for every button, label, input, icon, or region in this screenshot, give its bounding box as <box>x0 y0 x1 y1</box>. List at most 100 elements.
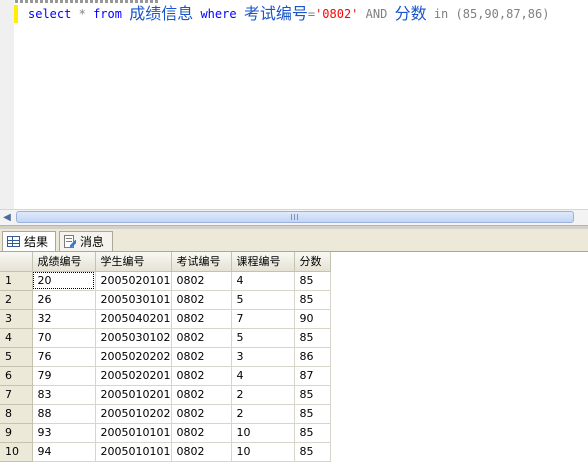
table-cell[interactable]: 85 <box>294 271 331 291</box>
table-cell[interactable]: 4 <box>231 271 295 291</box>
table-cell[interactable]: 2005010101 <box>95 442 172 462</box>
table-cell[interactable]: 2005010202 <box>95 404 172 424</box>
table-cell[interactable]: 94 <box>32 442 96 462</box>
table-cell[interactable]: 79 <box>32 366 96 386</box>
scrollbar-thumb[interactable] <box>16 211 574 223</box>
sql-query-line[interactable]: select * from 成绩信息 where 考试编号='0802' AND… <box>28 5 549 23</box>
editor-title-remnant <box>0 0 160 3</box>
table-cell[interactable]: 10 <box>231 423 295 443</box>
table-cell[interactable]: 0802 <box>171 385 232 405</box>
table-row[interactable]: 2 26 2005030101 0802 5 85 <box>0 290 331 310</box>
table-cell[interactable]: 2005020202 <box>95 347 172 367</box>
table-row[interactable]: 8 88 2005010202 0802 2 85 <box>0 404 331 424</box>
row-number[interactable]: 6 <box>0 366 33 386</box>
table-cell[interactable]: 85 <box>294 290 331 310</box>
row-number[interactable]: 8 <box>0 404 33 424</box>
scroll-left-arrow-icon[interactable]: ◀ <box>0 210 14 225</box>
table-cell[interactable]: 0802 <box>171 366 232 386</box>
table-cell[interactable]: 2005010201 <box>95 385 172 405</box>
column-header[interactable]: 成绩编号 <box>32 252 96 272</box>
sql-string-value: '0802' <box>315 7 359 21</box>
row-number[interactable]: 3 <box>0 309 33 329</box>
grid-icon <box>7 236 20 247</box>
header-row: 成绩编号 学生编号 考试编号 课程编号 分数 <box>0 252 331 272</box>
table-cell[interactable]: 0802 <box>171 404 232 424</box>
tab-results[interactable]: 结果 <box>2 231 56 251</box>
table-cell[interactable]: 93 <box>32 423 96 443</box>
row-number[interactable]: 1 <box>0 271 33 291</box>
scrollbar-grip-icon <box>291 214 299 220</box>
column-header[interactable]: 分数 <box>294 252 331 272</box>
row-number[interactable]: 7 <box>0 385 33 405</box>
table-cell[interactable]: 2005020101 <box>95 271 172 291</box>
table-cell[interactable]: 85 <box>294 423 331 443</box>
table-cell[interactable]: 2 <box>231 404 295 424</box>
table-cell[interactable]: 2005030102 <box>95 328 172 348</box>
table-cell[interactable]: 85 <box>294 385 331 405</box>
table-cell[interactable]: 0802 <box>171 309 232 329</box>
tab-results-label: 结果 <box>24 235 49 249</box>
table-cell[interactable]: 7 <box>231 309 295 329</box>
table-row[interactable]: 10 94 2005010101 0802 10 85 <box>0 442 331 462</box>
column-header[interactable]: 学生编号 <box>95 252 172 272</box>
table-cell[interactable]: 0802 <box>171 271 232 291</box>
tab-messages-label: 消息 <box>80 235 105 249</box>
table-cell[interactable]: 70 <box>32 328 96 348</box>
column-header[interactable]: 课程编号 <box>231 252 295 272</box>
changed-line-marker <box>14 5 18 23</box>
table-cell[interactable]: 32 <box>32 309 96 329</box>
sql-keyword-select: select <box>28 7 72 21</box>
sql-table-name: 成绩信息 <box>129 4 194 23</box>
table-row[interactable]: 5 76 2005020202 0802 3 86 <box>0 347 331 367</box>
table-cell[interactable]: 85 <box>294 404 331 424</box>
sql-keyword-from: from <box>93 7 122 21</box>
column-header[interactable]: 考试编号 <box>171 252 232 272</box>
row-number[interactable]: 2 <box>0 290 33 310</box>
table-cell[interactable]: 86 <box>294 347 331 367</box>
query-editor[interactable]: select * from 成绩信息 where 考试编号='0802' AND… <box>0 0 588 209</box>
table-cell[interactable]: 3 <box>231 347 295 367</box>
table-row[interactable]: 3 32 2005040201 0802 7 90 <box>0 309 331 329</box>
row-number[interactable]: 4 <box>0 328 33 348</box>
table-cell[interactable]: 26 <box>32 290 96 310</box>
editor-horizontal-scrollbar[interactable]: ◀ <box>0 209 588 225</box>
sql-column-score: 分数 <box>394 4 427 23</box>
grid-corner[interactable] <box>0 252 33 272</box>
table-row[interactable]: 9 93 2005010101 0802 10 85 <box>0 423 331 443</box>
tab-messages[interactable]: 消息 <box>59 231 113 251</box>
table-cell[interactable]: 10 <box>231 442 295 462</box>
table-cell[interactable]: 4 <box>231 366 295 386</box>
table-row[interactable]: 1 20 2005020101 0802 4 85 <box>0 271 331 291</box>
table-cell[interactable]: 0802 <box>171 347 232 367</box>
table-cell[interactable]: 0802 <box>171 290 232 310</box>
table-cell[interactable]: 20 <box>32 271 96 291</box>
sql-column-exam-id: 考试编号 <box>243 4 308 23</box>
table-row[interactable]: 6 79 2005020201 0802 4 87 <box>0 366 331 386</box>
table-cell[interactable]: 5 <box>231 290 295 310</box>
table-cell[interactable]: 85 <box>294 328 331 348</box>
table-cell[interactable]: 87 <box>294 366 331 386</box>
table-cell[interactable]: 2005010101 <box>95 423 172 443</box>
table-row[interactable]: 7 83 2005010201 0802 2 85 <box>0 385 331 405</box>
table-cell[interactable]: 85 <box>294 442 331 462</box>
table-cell[interactable]: 5 <box>231 328 295 348</box>
results-grid-area: 成绩编号 学生编号 考试编号 课程编号 分数 1 20 2005020101 0802… <box>0 252 588 466</box>
table-cell[interactable]: 2005030101 <box>95 290 172 310</box>
results-tab-bar: 结果 消息 <box>0 229 588 252</box>
table-cell[interactable]: 2 <box>231 385 295 405</box>
table-cell[interactable]: 88 <box>32 404 96 424</box>
table-cell[interactable]: 0802 <box>171 423 232 443</box>
table-cell[interactable]: 2005020201 <box>95 366 172 386</box>
row-number[interactable]: 9 <box>0 423 33 443</box>
table-cell[interactable]: 0802 <box>171 328 232 348</box>
table-cell[interactable]: 76 <box>32 347 96 367</box>
table-row[interactable]: 4 70 2005030102 0802 5 85 <box>0 328 331 348</box>
table-cell[interactable]: 0802 <box>171 442 232 462</box>
row-number[interactable]: 10 <box>0 442 33 462</box>
sql-operator-eq: = <box>307 7 316 21</box>
sql-keyword-and: AND <box>365 7 388 21</box>
row-number[interactable]: 5 <box>0 347 33 367</box>
table-cell[interactable]: 90 <box>294 309 331 329</box>
table-cell[interactable]: 2005040201 <box>95 309 172 329</box>
table-cell[interactable]: 83 <box>32 385 96 405</box>
